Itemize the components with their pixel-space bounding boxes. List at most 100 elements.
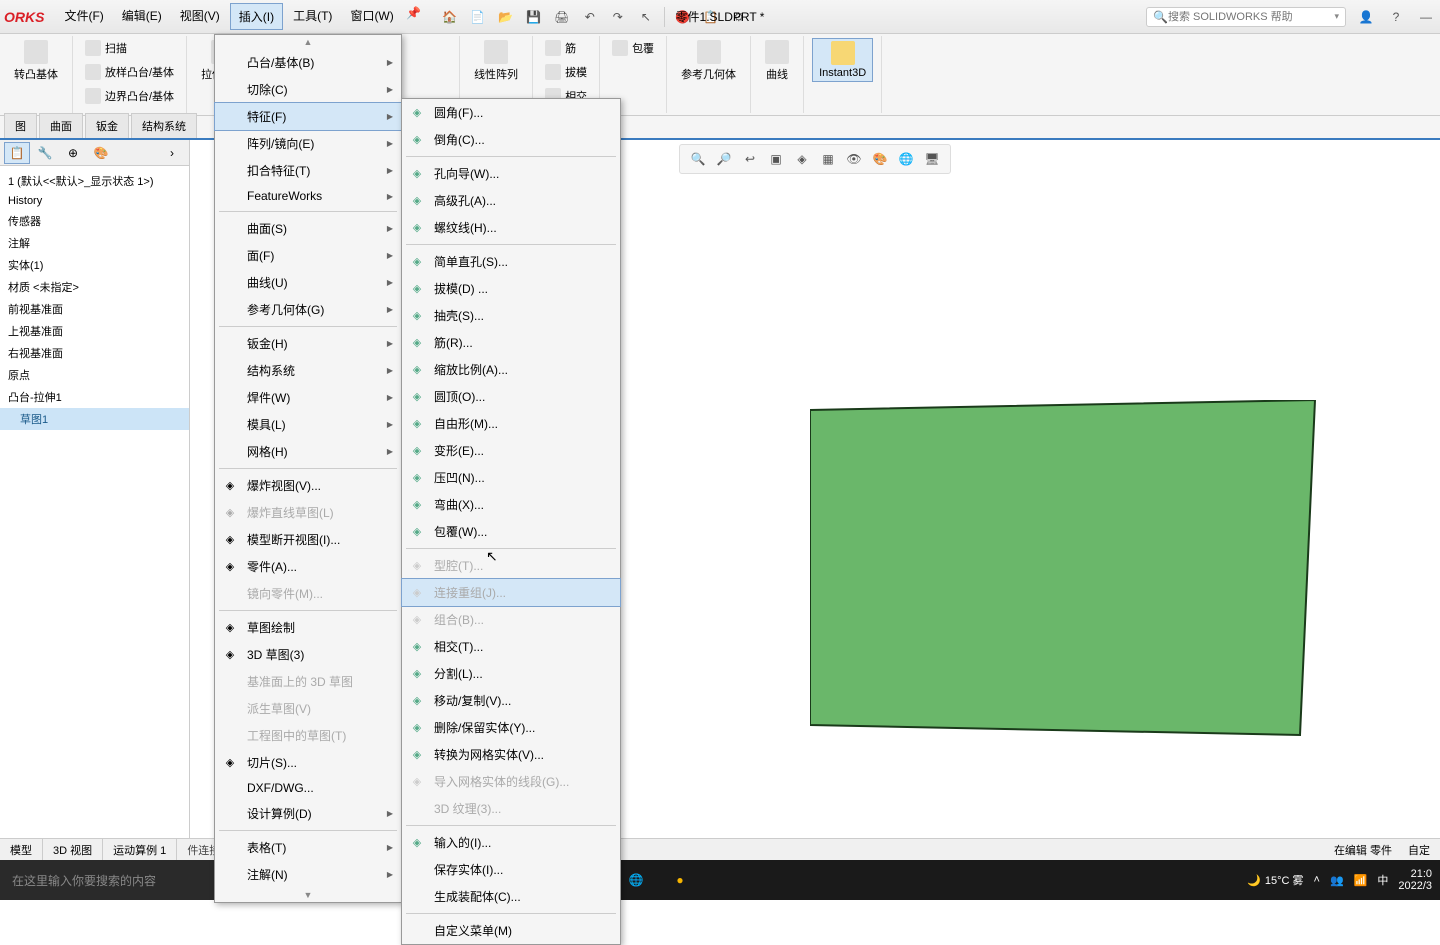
view-orient-icon[interactable]: ◈ [792, 149, 812, 169]
menu-edit[interactable]: 编辑(E) [114, 3, 170, 30]
insert-menu-item-24[interactable]: ◈草图绘制 [215, 614, 401, 641]
tree-annotations[interactable]: 注解 [0, 232, 189, 254]
insert-menu-item-15[interactable]: 模具(L) [215, 411, 401, 438]
search-input[interactable] [1168, 11, 1335, 23]
loft-button[interactable]: 放样凸台/基体 [81, 62, 178, 82]
tab-surface[interactable]: 曲面 [39, 113, 83, 138]
curves-button[interactable]: 曲线 [759, 38, 795, 84]
bottom-tab-model[interactable]: 模型 [0, 839, 43, 861]
tray-people-icon[interactable]: 👥 [1330, 874, 1344, 887]
feature-menu-item-5[interactable]: ◈螺纹线(H)... [402, 214, 620, 241]
insert-menu-item-25[interactable]: ◈3D 草图(3) [215, 641, 401, 668]
select-icon[interactable]: ↖ [636, 7, 656, 27]
tray-chevron-icon[interactable]: ˄ [1314, 874, 1320, 886]
feature-menu-item-1[interactable]: ◈倒角(C)... [402, 126, 620, 153]
wrap-button[interactable]: 包覆 [608, 38, 658, 58]
open-icon[interactable]: 📂 [496, 7, 516, 27]
menu-window[interactable]: 窗口(W) [342, 3, 401, 30]
revolve-boss-button[interactable]: 转凸基体 [8, 38, 64, 84]
draft-button[interactable]: 拔模 [541, 62, 591, 82]
tree-tab-more[interactable]: › [159, 142, 185, 164]
tree-top-plane[interactable]: 上视基准面 [0, 320, 189, 342]
tree-tab-feature[interactable]: 📋 [4, 142, 30, 164]
feature-menu-item-34[interactable]: 自定义菜单(M) [402, 917, 620, 944]
insert-menu-item-8[interactable]: 面(F) [215, 242, 401, 269]
appearance-icon[interactable]: 🎨 [870, 149, 890, 169]
taskbar-edge[interactable]: 🌐 [616, 860, 656, 900]
pin-icon[interactable]: 📌 [404, 3, 424, 23]
tab-sketch[interactable]: 图 [4, 113, 37, 138]
minimize-icon[interactable]: — [1416, 7, 1436, 27]
insert-menu-item-12[interactable]: 钣金(H) [215, 330, 401, 357]
tree-root[interactable]: 1 (默认<<默认>_显示状态 1>) [0, 170, 189, 192]
insert-menu-item-9[interactable]: 曲线(U) [215, 269, 401, 296]
menu-tools[interactable]: 工具(T) [285, 3, 340, 30]
insert-menu-item-3[interactable]: 阵列/镜向(E) [215, 130, 401, 157]
tree-sensors[interactable]: 传感器 [0, 210, 189, 232]
feature-menu-item-12[interactable]: ◈圆顶(O)... [402, 383, 620, 410]
insert-menu-item-1[interactable]: 切除(C) [215, 76, 401, 103]
redo-icon[interactable]: ↷ [608, 7, 628, 27]
menu-insert[interactable]: 插入(I) [230, 3, 283, 30]
clock[interactable]: 21:0 2022/3 [1398, 868, 1432, 892]
tab-sheetmetal[interactable]: 钣金 [85, 113, 129, 138]
feature-menu-item-32[interactable]: 生成装配体(C)... [402, 883, 620, 910]
tree-sketch1[interactable]: 草图1 [0, 408, 189, 430]
feature-menu-item-0[interactable]: ◈圆角(F)... [402, 99, 620, 126]
tree-history[interactable]: History [0, 192, 189, 210]
ime-indicator[interactable]: 中 [1377, 872, 1388, 888]
insert-menu-item-4[interactable]: 扣合特征(T) [215, 157, 401, 184]
zoom-fit-icon[interactable]: 🔍 [688, 149, 708, 169]
feature-menu-item-3[interactable]: ◈孔向导(W)... [402, 160, 620, 187]
feature-menu-item-11[interactable]: ◈缩放比例(A)... [402, 356, 620, 383]
tray-wifi-icon[interactable]: 📶 [1354, 874, 1368, 887]
display-style-icon[interactable]: ▦ [818, 149, 838, 169]
feature-menu-item-10[interactable]: ◈筋(R)... [402, 329, 620, 356]
rib-button[interactable]: 筋 [541, 38, 591, 58]
insert-menu-item-21[interactable]: ◈零件(A)... [215, 553, 401, 580]
undo-icon[interactable]: ↶ [580, 7, 600, 27]
menu-view[interactable]: 视图(V) [172, 3, 228, 30]
hide-show-icon[interactable]: 👁 [844, 149, 864, 169]
help-icon[interactable]: ? [1386, 7, 1406, 27]
feature-menu-item-30[interactable]: ◈输入的(I)... [402, 829, 620, 856]
tree-right-plane[interactable]: 右视基准面 [0, 342, 189, 364]
instant3d-button[interactable]: Instant3D [812, 38, 873, 82]
insert-menu-item-29[interactable]: ◈切片(S)... [215, 749, 401, 776]
linear-pattern-button[interactable]: 线性阵列 [468, 38, 524, 84]
feature-menu-item-16[interactable]: ◈弯曲(X)... [402, 491, 620, 518]
tree-origin[interactable]: 原点 [0, 364, 189, 386]
insert-menu-item-33[interactable]: 表格(T) [215, 834, 401, 861]
insert-menu-item-14[interactable]: 焊件(W) [215, 384, 401, 411]
tree-material[interactable]: 材质 <未指定> [0, 276, 189, 298]
feature-menu-item-9[interactable]: ◈抽壳(S)... [402, 302, 620, 329]
feature-menu-item-24[interactable]: ◈移动/复制(V)... [402, 687, 620, 714]
ref-geom-button[interactable]: 参考几何体 [675, 38, 742, 84]
tree-boss-extrude1[interactable]: 凸台-拉伸1 [0, 386, 189, 408]
feature-menu-item-31[interactable]: 保存实体(I)... [402, 856, 620, 883]
tree-tab-config[interactable]: ⊕ [60, 142, 86, 164]
insert-menu-item-13[interactable]: 结构系统 [215, 357, 401, 384]
insert-menu-item-31[interactable]: 设计算例(D) [215, 800, 401, 827]
search-box[interactable]: 🔍 ▾ [1146, 7, 1346, 27]
home-icon[interactable]: 🏠 [440, 7, 460, 27]
feature-menu-item-17[interactable]: ◈包覆(W)... [402, 518, 620, 545]
insert-menu-item-7[interactable]: 曲面(S) [215, 215, 401, 242]
search-dropdown-icon[interactable]: ▾ [1334, 11, 1339, 22]
bottom-tab-motion[interactable]: 运动算例 1 [103, 839, 177, 861]
user-icon[interactable]: 👤 [1356, 7, 1376, 27]
viewport-settings-icon[interactable]: 🖥 [922, 149, 942, 169]
insert-menu-item-5[interactable]: FeatureWorks [215, 184, 401, 208]
prev-view-icon[interactable]: ↩ [740, 149, 760, 169]
tree-front-plane[interactable]: 前视基准面 [0, 298, 189, 320]
section-icon[interactable]: ▣ [766, 149, 786, 169]
feature-menu-item-13[interactable]: ◈自由形(M)... [402, 410, 620, 437]
print-icon[interactable]: 🖨 [552, 7, 572, 27]
insert-menu-item-34[interactable]: 注解(N) [215, 861, 401, 888]
boundary-button[interactable]: 边界凸台/基体 [81, 86, 178, 106]
feature-menu-item-26[interactable]: ◈转换为网格实体(V)... [402, 741, 620, 768]
tree-tab-display[interactable]: 🎨 [88, 142, 114, 164]
zoom-area-icon[interactable]: 🔎 [714, 149, 734, 169]
feature-menu-item-7[interactable]: ◈简单直孔(S)... [402, 248, 620, 275]
sweep-button[interactable]: 扫描 [81, 38, 178, 58]
